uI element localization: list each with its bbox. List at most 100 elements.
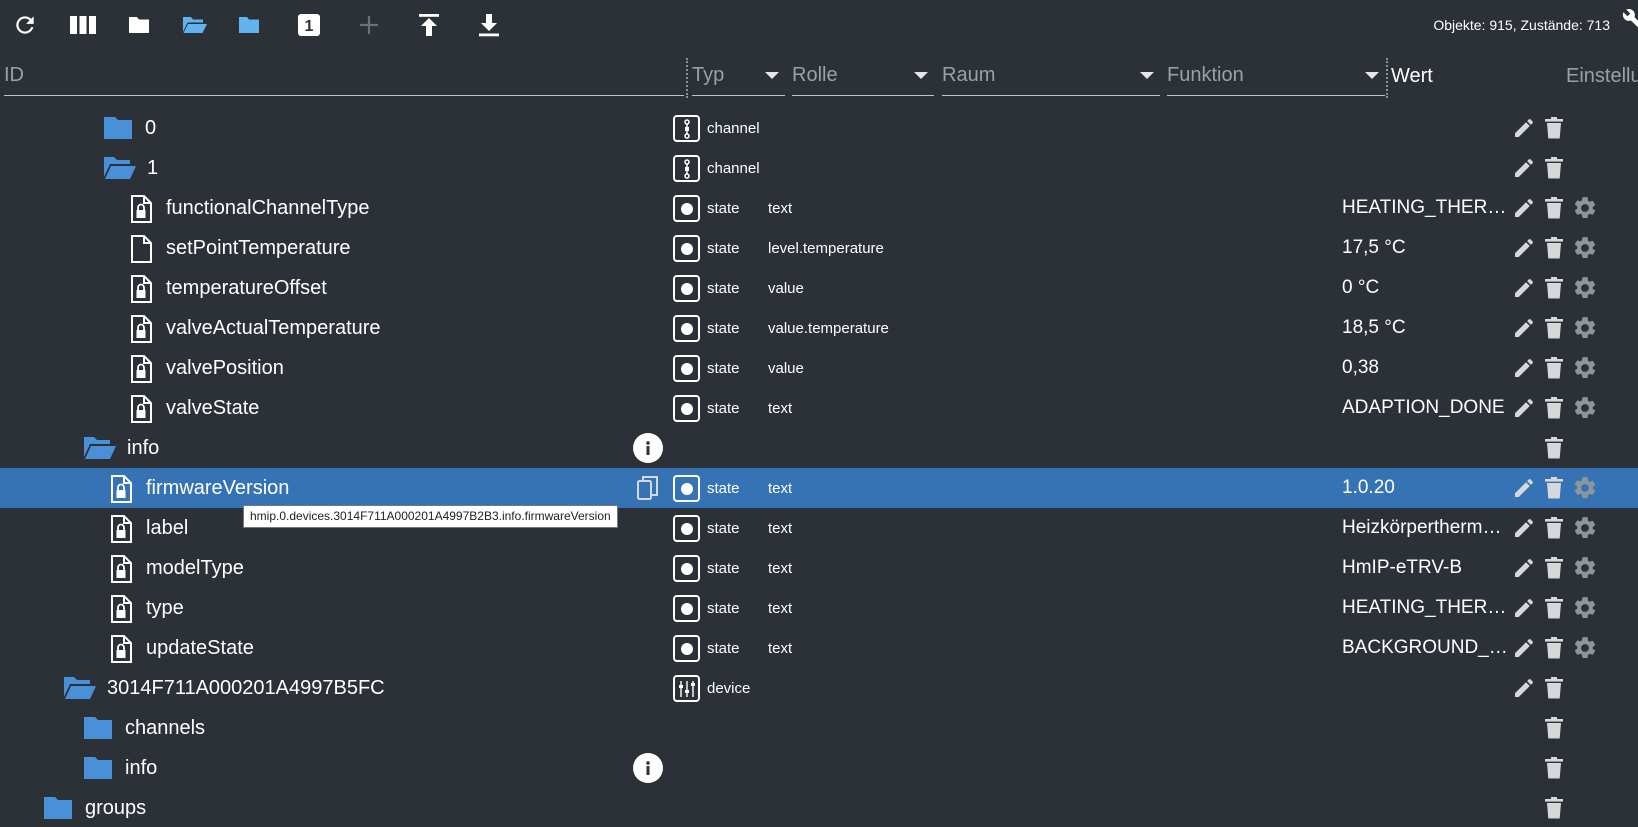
- tree-row[interactable]: setPointTemperature state level.temperatur…: [0, 228, 1638, 268]
- columns-icon[interactable]: [68, 10, 98, 40]
- tree-row[interactable]: firmwareVersion state text 1.0.20: [0, 468, 1638, 508]
- edit-icon[interactable]: [1512, 516, 1536, 545]
- plus-icon[interactable]: [354, 10, 384, 40]
- delete-icon[interactable]: [1543, 316, 1565, 345]
- column-splitter[interactable]: [686, 58, 688, 98]
- edit-icon[interactable]: [1512, 396, 1536, 425]
- delete-icon[interactable]: [1543, 596, 1565, 625]
- settings-icon[interactable]: [1572, 595, 1598, 626]
- delete-icon[interactable]: [1543, 236, 1565, 265]
- value-cell[interactable]: 18,5 °C: [1342, 317, 1406, 339]
- value-cell[interactable]: HEATING_THERMOSTAT_CHANNEL: [1342, 197, 1508, 219]
- settings-icon[interactable]: [1572, 515, 1598, 546]
- tree-row[interactable]: valvePosition state value 0,38: [0, 348, 1638, 388]
- tree-row[interactable]: type state text HEATING_THERMOSTAT: [0, 588, 1638, 628]
- number-one-icon[interactable]: 1: [294, 10, 324, 40]
- folder-icon[interactable]: [43, 795, 73, 826]
- copy-icon[interactable]: [637, 475, 659, 506]
- value-cell[interactable]: 17,5 °C: [1342, 237, 1406, 259]
- edit-icon[interactable]: [1512, 156, 1536, 185]
- tree-row[interactable]: valveState state text ADAPTION_DONE: [0, 388, 1638, 428]
- settings-icon[interactable]: [1572, 355, 1598, 386]
- edit-icon[interactable]: [1512, 116, 1536, 145]
- edit-icon[interactable]: [1512, 276, 1536, 305]
- delete-icon[interactable]: [1543, 636, 1565, 665]
- tree-row[interactable]: groups: [0, 788, 1638, 827]
- download-icon[interactable]: [474, 10, 504, 40]
- edit-icon[interactable]: [1512, 556, 1536, 585]
- edit-icon[interactable]: [1512, 676, 1536, 705]
- tree-row[interactable]: info: [0, 428, 1638, 468]
- edit-icon[interactable]: [1512, 316, 1536, 345]
- folder-open-icon[interactable]: [180, 10, 210, 40]
- wrench-icon[interactable]: [1622, 8, 1638, 35]
- tree-row[interactable]: temperatureOffset state value 0 °C: [0, 268, 1638, 308]
- delete-icon[interactable]: [1543, 276, 1565, 305]
- settings-icon[interactable]: [1572, 395, 1598, 426]
- edit-icon[interactable]: [1512, 476, 1536, 505]
- typ-filter-select[interactable]: Typ: [692, 56, 785, 96]
- delete-icon[interactable]: [1543, 116, 1565, 145]
- delete-icon[interactable]: [1543, 196, 1565, 225]
- folder-open-icon[interactable]: [63, 675, 97, 706]
- delete-icon[interactable]: [1543, 716, 1565, 745]
- tree-row[interactable]: 3014F711A000201A4997B5FC device: [0, 668, 1638, 708]
- rolle-filter-select[interactable]: Rolle: [792, 56, 934, 96]
- tree-row[interactable]: functionalChannelType state text HEATING_TH…: [0, 188, 1638, 228]
- value-cell[interactable]: 0,38: [1342, 357, 1379, 379]
- delete-icon[interactable]: [1543, 356, 1565, 385]
- folder-icon[interactable]: [234, 10, 264, 40]
- delete-icon[interactable]: [1543, 796, 1565, 825]
- delete-icon[interactable]: [1543, 756, 1565, 785]
- tree-row[interactable]: info: [0, 748, 1638, 788]
- folder-closed-icon[interactable]: [124, 10, 154, 40]
- delete-icon[interactable]: [1543, 396, 1565, 425]
- delete-icon[interactable]: [1543, 476, 1565, 505]
- tree-row[interactable]: valveActualTemperature state value.tempera…: [0, 308, 1638, 348]
- info-icon[interactable]: [633, 753, 663, 783]
- funktion-filter-select[interactable]: Funktion: [1167, 56, 1385, 96]
- tree-row[interactable]: modelType state text HmIP-eTRV-B: [0, 548, 1638, 588]
- edit-icon[interactable]: [1512, 196, 1536, 225]
- column-splitter[interactable]: [1386, 58, 1388, 98]
- folder-icon[interactable]: [83, 755, 113, 786]
- folder-icon[interactable]: [83, 715, 113, 746]
- refresh-icon[interactable]: [10, 10, 40, 40]
- tree-row[interactable]: 1 channel: [0, 148, 1638, 188]
- delete-icon[interactable]: [1543, 516, 1565, 545]
- value-cell[interactable]: HEATING_THERMOSTAT: [1342, 597, 1508, 619]
- settings-icon[interactable]: [1572, 195, 1598, 226]
- folder-open-icon[interactable]: [83, 435, 117, 466]
- edit-icon[interactable]: [1512, 596, 1536, 625]
- value-cell[interactable]: BACKGROUND_UPDATE_NOT_SUPPORTED: [1342, 637, 1508, 659]
- delete-icon[interactable]: [1543, 676, 1565, 705]
- settings-icon[interactable]: [1572, 235, 1598, 266]
- folder-icon[interactable]: [103, 115, 133, 146]
- edit-icon[interactable]: [1512, 236, 1536, 265]
- tree-node-label: valveActualTemperature: [166, 317, 381, 339]
- edit-icon[interactable]: [1512, 356, 1536, 385]
- settings-icon[interactable]: [1572, 555, 1598, 586]
- value-cell[interactable]: 0 °C: [1342, 277, 1379, 299]
- delete-icon[interactable]: [1543, 556, 1565, 585]
- value-cell[interactable]: ADAPTION_DONE: [1342, 397, 1505, 419]
- tree-row[interactable]: channels: [0, 708, 1638, 748]
- settings-icon[interactable]: [1572, 635, 1598, 666]
- raum-filter-select[interactable]: Raum: [942, 56, 1160, 96]
- value-cell[interactable]: Heizkörperthermostat: [1342, 517, 1508, 539]
- settings-icon[interactable]: [1572, 315, 1598, 346]
- upload-icon[interactable]: [414, 10, 444, 40]
- delete-icon[interactable]: [1543, 156, 1565, 185]
- delete-icon[interactable]: [1543, 436, 1565, 465]
- settings-icon[interactable]: [1572, 475, 1598, 506]
- tree-row[interactable]: 0 channel: [0, 108, 1638, 148]
- folder-open-icon[interactable]: [103, 155, 137, 186]
- info-icon[interactable]: [633, 433, 663, 463]
- value-cell[interactable]: 1.0.20: [1342, 477, 1395, 499]
- id-filter-input[interactable]: ID: [4, 56, 684, 96]
- type-value: state: [707, 360, 740, 377]
- settings-icon[interactable]: [1572, 275, 1598, 306]
- tree-row[interactable]: updateState state text BACKGROUND_UPDATE_NO…: [0, 628, 1638, 668]
- value-cell[interactable]: HmIP-eTRV-B: [1342, 557, 1462, 579]
- edit-icon[interactable]: [1512, 636, 1536, 665]
